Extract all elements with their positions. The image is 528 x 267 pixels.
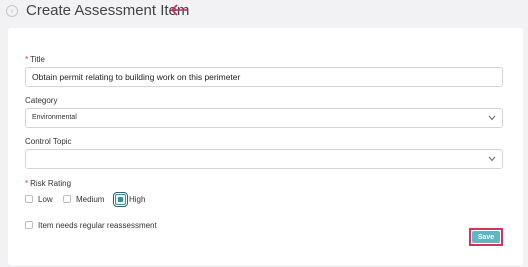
risk-option-low[interactable]: Low [25, 192, 53, 206]
reassessment-checkbox[interactable] [25, 221, 33, 229]
required-mark: * [25, 179, 29, 188]
back-circle-icon[interactable]: ‹ [6, 5, 18, 17]
page-title: Create Assessment Item [26, 2, 190, 19]
category-select-value: Environmental [32, 114, 77, 121]
page-header: ‹ Create Assessment Item [0, 0, 528, 26]
save-button-highlight: Save [469, 228, 503, 246]
title-label: * Title [25, 55, 45, 64]
title-input-value: Obtain permit relating to building work … [32, 72, 241, 82]
chevron-down-icon [488, 156, 496, 162]
form-card: * Title Obtain permit relating to buildin… [8, 28, 523, 265]
reassessment-label: Item needs regular reassessment [38, 220, 157, 230]
risk-rating-label: * Risk Rating [25, 179, 72, 188]
risk-option-medium[interactable]: Medium [63, 192, 104, 206]
risk-option-label: High [129, 194, 146, 204]
checkbox[interactable] [25, 195, 33, 203]
category-select[interactable]: Environmental [25, 108, 503, 128]
risk-option-label: Low [38, 194, 53, 204]
save-button[interactable]: Save [472, 231, 500, 243]
category-label: Category [25, 96, 58, 105]
reassessment-checkbox-row[interactable]: Item needs regular reassessment [25, 219, 157, 231]
checkbox[interactable] [63, 195, 71, 203]
control-topic-label: Control Topic [25, 137, 72, 146]
title-input[interactable]: Obtain permit relating to building work … [25, 67, 503, 87]
left-arrow-icon [170, 4, 187, 16]
required-mark: * [25, 55, 29, 64]
control-topic-select[interactable] [25, 149, 503, 169]
risk-option-label: Medium [76, 194, 105, 204]
risk-option-high[interactable]: High [113, 191, 146, 207]
chevron-down-icon [488, 115, 496, 121]
checkbox-checked[interactable] [113, 191, 128, 207]
